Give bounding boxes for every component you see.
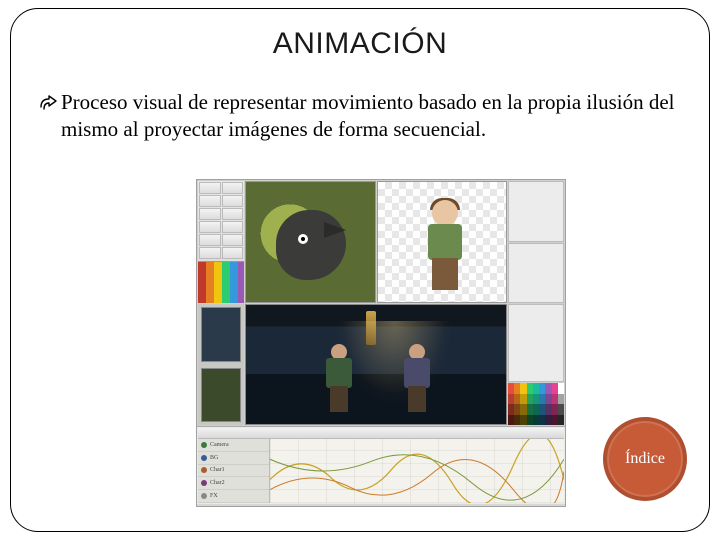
- layer-label: Char1: [210, 467, 225, 473]
- toolbox-panel: [198, 181, 244, 303]
- scene-thumbnails: [198, 304, 244, 425]
- wolf-illustration: [254, 192, 374, 296]
- inspector-panels: [508, 181, 564, 303]
- timeline-header: [198, 428, 564, 439]
- transform-panel: [508, 304, 564, 382]
- slide-frame: ANIMACIÓN Proceso visual de representar …: [10, 8, 710, 532]
- animation-software-screenshot: Camera BG Char1 Char2 FX: [196, 179, 566, 507]
- index-badge-link[interactable]: Índice: [603, 417, 687, 501]
- timeline-tracks: Camera BG Char1 Char2 FX: [198, 439, 564, 503]
- layers-panel: [508, 243, 564, 304]
- right-panels: [508, 304, 564, 425]
- boy-illustration: [412, 198, 482, 294]
- timeline-curve-area: [270, 439, 564, 503]
- properties-panel: [508, 181, 564, 242]
- color-swatch-strip: [198, 261, 244, 303]
- slide-body-text: Proceso visual de representar movimiento…: [61, 89, 681, 143]
- character-2: [392, 344, 442, 414]
- bullet-item: Proceso visual de representar movimiento…: [39, 89, 681, 143]
- bullet-arrow-icon: [39, 95, 57, 116]
- index-badge-label: Índice: [625, 450, 665, 468]
- thumb-1: [201, 307, 241, 362]
- timeline-layer: FX: [198, 490, 269, 503]
- canvas-boy: [377, 181, 508, 303]
- thumb-2: [201, 368, 241, 423]
- editor-mid-row: [197, 304, 565, 426]
- editor-top-row: [197, 180, 565, 304]
- timeline-panel: Camera BG Char1 Char2 FX: [197, 426, 565, 504]
- timeline-layer: Camera: [198, 439, 269, 452]
- main-scene-viewport: [245, 304, 507, 425]
- canvas-wolf: [245, 181, 376, 303]
- layer-label: BG: [210, 455, 218, 461]
- timeline-layer: BG: [198, 452, 269, 465]
- layer-label: Char2: [210, 480, 225, 486]
- tool-grid: [198, 181, 244, 261]
- timeline-layer: Char2: [198, 477, 269, 490]
- timeline-layer: Char1: [198, 465, 269, 478]
- layer-label: Camera: [210, 442, 229, 448]
- slide-title: ANIMACIÓN: [39, 27, 681, 61]
- timeline-layer-list: Camera BG Char1 Char2 FX: [198, 439, 270, 503]
- color-palette-grid: [508, 383, 564, 425]
- character-1: [314, 344, 364, 414]
- layer-label: FX: [210, 493, 218, 499]
